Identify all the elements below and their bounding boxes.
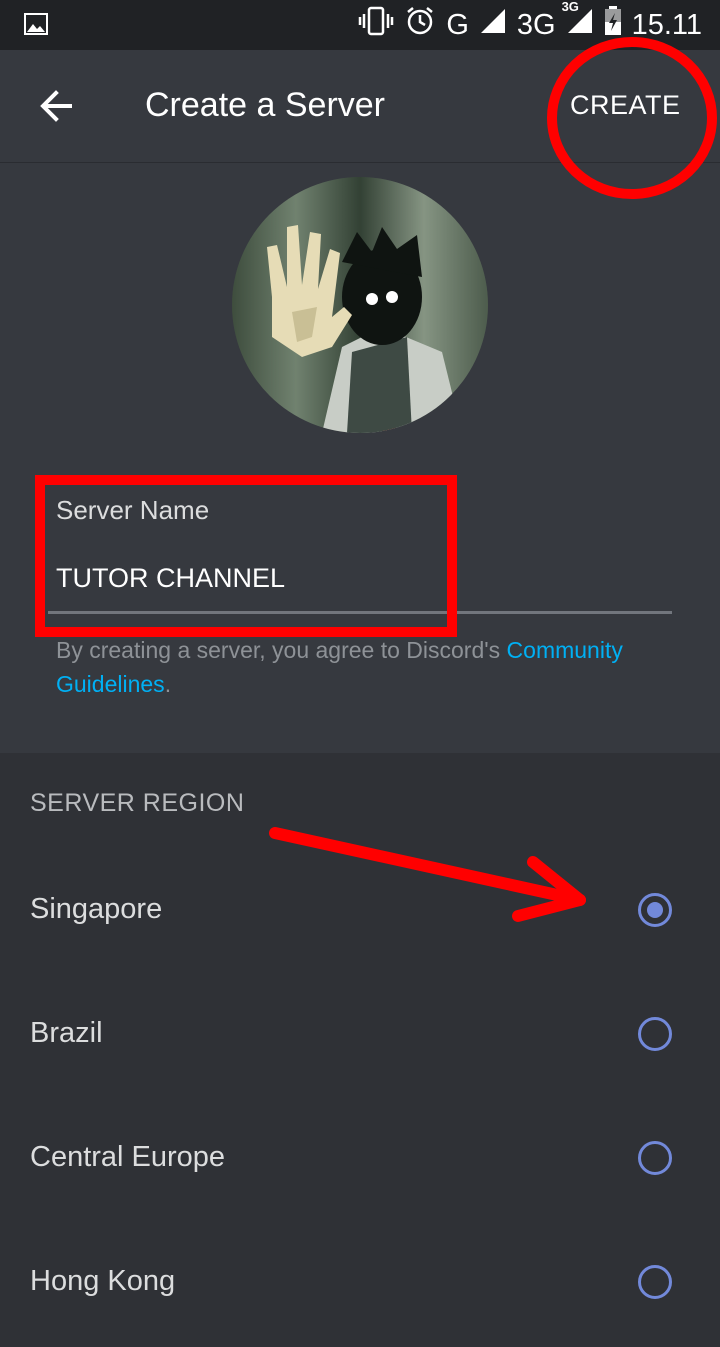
- anime-character-image: [232, 177, 488, 433]
- input-underline: [48, 611, 672, 614]
- server-name-label: Server Name: [56, 495, 210, 525]
- network-type-g: G: [446, 8, 469, 41]
- battery-charging-icon: [604, 6, 622, 44]
- signal-icon: [479, 7, 507, 43]
- server-region-header: SERVER REGION: [30, 789, 245, 817]
- region-name: Brazil: [30, 1017, 103, 1049]
- back-button[interactable]: [28, 78, 84, 134]
- arrow-left-icon: [40, 90, 72, 122]
- region-name: Hong Kong: [30, 1265, 176, 1297]
- vibrate-icon: [358, 6, 394, 44]
- server-form: Server Name TUTOR CHANNEL By creating a …: [0, 163, 720, 753]
- network-type-3g: 3G: [516, 8, 556, 41]
- radio-selected-icon[interactable]: [638, 893, 672, 927]
- page-title: Create a Server: [145, 86, 385, 124]
- region-option-central-europe[interactable]: Central Europe: [0, 1099, 720, 1223]
- guidelines-text: By creating a server, you agree to Disco…: [56, 637, 507, 663]
- radio-unselected-icon[interactable]: [638, 1265, 672, 1299]
- app-bar: Create a Server CREATE: [0, 50, 720, 163]
- server-icon-avatar[interactable]: [232, 177, 488, 433]
- image-icon: [24, 12, 48, 41]
- clock: 15.11: [631, 8, 702, 41]
- guidelines-period: .: [164, 671, 172, 697]
- region-option-singapore[interactable]: Singapore: [0, 851, 720, 975]
- radio-unselected-icon[interactable]: [638, 1017, 672, 1051]
- server-name-field[interactable]: Server Name TUTOR CHANNEL: [48, 483, 672, 617]
- region-option-hong-kong[interactable]: Hong Kong: [0, 1223, 720, 1347]
- guidelines-notice: By creating a server, you agree to Disco…: [56, 633, 656, 701]
- server-region-section: SERVER REGION Singapore Brazil Central E…: [0, 753, 720, 1299]
- server-name-input[interactable]: TUTOR CHANNEL: [56, 563, 285, 594]
- create-button[interactable]: CREATE: [570, 90, 681, 121]
- status-bar: G 3G 3G 15.11: [0, 0, 720, 50]
- alarm-icon: [404, 5, 436, 45]
- signal-3g-icon: 3G: [562, 0, 594, 43]
- region-name: Central Europe: [30, 1141, 226, 1173]
- region-option-brazil[interactable]: Brazil: [0, 975, 720, 1099]
- network-3g-superscript: 3G: [561, 0, 579, 14]
- region-name: Singapore: [30, 893, 163, 925]
- radio-unselected-icon[interactable]: [638, 1141, 672, 1175]
